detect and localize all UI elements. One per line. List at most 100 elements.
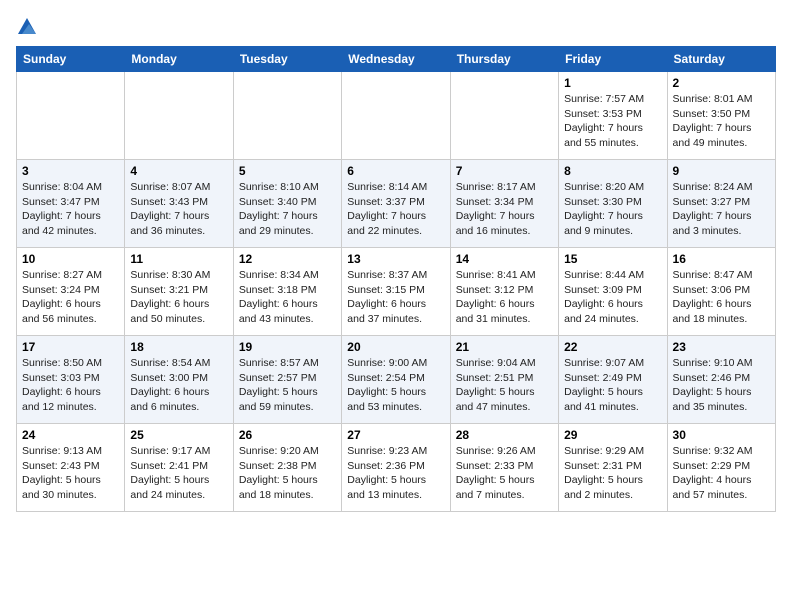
day-info: Sunrise: 7:57 AM Sunset: 3:53 PM Dayligh…	[564, 92, 661, 151]
day-number: 17	[22, 340, 119, 354]
day-number: 14	[456, 252, 553, 266]
week-row-3: 10Sunrise: 8:27 AM Sunset: 3:24 PM Dayli…	[17, 248, 776, 336]
day-number: 30	[673, 428, 770, 442]
week-row-5: 24 Sunrise: 9:13 AM Sunset: 2:43 PM Dayli…	[17, 424, 776, 512]
weekday-header-wednesday: Wednesday	[342, 47, 450, 72]
day-number: 23	[673, 340, 770, 354]
day-info: Sunrise: 8:44 AM Sunset: 3:09 PM Dayligh…	[564, 268, 661, 327]
day-info: Sunrise: 8:30 AM Sunset: 3:21 PM Dayligh…	[130, 268, 227, 327]
day-number: 5	[239, 164, 336, 178]
day-cell: 3 Sunrise: 8:04 AM Sunset: 3:47 PM Daylig…	[17, 160, 125, 248]
day-cell	[233, 72, 341, 160]
day-number: 18	[130, 340, 227, 354]
calendar: SundayMondayTuesdayWednesdayThursdayFrid…	[16, 46, 776, 512]
day-cell: 13 Sunrise: 8:37 AM Sunset: 3:15 PM Dayli…	[342, 248, 450, 336]
day-number: 22	[564, 340, 661, 354]
day-number: 15	[564, 252, 661, 266]
header	[16, 16, 776, 38]
day-info: Sunrise: 9:13 AM Sunset: 2:43 PM Dayligh…	[22, 444, 119, 503]
day-number: 20	[347, 340, 444, 354]
day-info: Sunrise: 9:17 AM Sunset: 2:41 PM Dayligh…	[130, 444, 227, 503]
day-cell: 27 Sunrise: 9:23 AM Sunset: 2:36 PM Dayli…	[342, 424, 450, 512]
day-info: Sunrise: 8:34 AM Sunset: 3:18 PM Dayligh…	[239, 268, 336, 327]
week-row-4: 17 Sunrise: 8:50 AM Sunset: 3:03 PM Dayli…	[17, 336, 776, 424]
logo-icon	[16, 16, 38, 38]
day-cell: 15 Sunrise: 8:44 AM Sunset: 3:09 PM Dayli…	[559, 248, 667, 336]
day-number: 19	[239, 340, 336, 354]
day-info: Sunrise: 8:54 AM Sunset: 3:00 PM Dayligh…	[130, 356, 227, 415]
day-info: Sunrise: 8:50 AM Sunset: 3:03 PM Dayligh…	[22, 356, 119, 415]
weekday-header-monday: Monday	[125, 47, 233, 72]
day-cell: 5 Sunrise: 8:10 AM Sunset: 3:40 PM Daylig…	[233, 160, 341, 248]
weekday-header-sunday: Sunday	[17, 47, 125, 72]
day-info: Sunrise: 9:26 AM Sunset: 2:33 PM Dayligh…	[456, 444, 553, 503]
day-info: Sunrise: 8:24 AM Sunset: 3:27 PM Dayligh…	[673, 180, 770, 239]
day-info: Sunrise: 8:57 AM Sunset: 2:57 PM Dayligh…	[239, 356, 336, 415]
day-cell: 20Sunrise: 9:00 AM Sunset: 2:54 PM Dayli…	[342, 336, 450, 424]
day-number: 4	[130, 164, 227, 178]
day-cell: 12Sunrise: 8:34 AM Sunset: 3:18 PM Dayli…	[233, 248, 341, 336]
day-number: 7	[456, 164, 553, 178]
day-info: Sunrise: 8:01 AM Sunset: 3:50 PM Dayligh…	[673, 92, 770, 151]
day-info: Sunrise: 9:29 AM Sunset: 2:31 PM Dayligh…	[564, 444, 661, 503]
day-cell: 9Sunrise: 8:24 AM Sunset: 3:27 PM Daylig…	[667, 160, 775, 248]
week-row-1: 1 Sunrise: 7:57 AM Sunset: 3:53 PM Daylig…	[17, 72, 776, 160]
day-info: Sunrise: 8:37 AM Sunset: 3:15 PM Dayligh…	[347, 268, 444, 327]
day-info: Sunrise: 9:10 AM Sunset: 2:46 PM Dayligh…	[673, 356, 770, 415]
day-info: Sunrise: 9:07 AM Sunset: 2:49 PM Dayligh…	[564, 356, 661, 415]
day-info: Sunrise: 8:47 AM Sunset: 3:06 PM Dayligh…	[673, 268, 770, 327]
day-cell	[17, 72, 125, 160]
day-info: Sunrise: 8:41 AM Sunset: 3:12 PM Dayligh…	[456, 268, 553, 327]
day-info: Sunrise: 9:23 AM Sunset: 2:36 PM Dayligh…	[347, 444, 444, 503]
day-cell: 2 Sunrise: 8:01 AM Sunset: 3:50 PM Daylig…	[667, 72, 775, 160]
day-number: 11	[130, 252, 227, 266]
day-number: 21	[456, 340, 553, 354]
day-cell: 23 Sunrise: 9:10 AM Sunset: 2:46 PM Dayli…	[667, 336, 775, 424]
day-info: Sunrise: 8:27 AM Sunset: 3:24 PM Dayligh…	[22, 268, 119, 327]
day-cell: 8 Sunrise: 8:20 AM Sunset: 3:30 PM Daylig…	[559, 160, 667, 248]
day-cell	[342, 72, 450, 160]
day-cell: 21Sunrise: 9:04 AM Sunset: 2:51 PM Dayli…	[450, 336, 558, 424]
day-cell	[125, 72, 233, 160]
day-cell: 16Sunrise: 8:47 AM Sunset: 3:06 PM Dayli…	[667, 248, 775, 336]
day-cell: 11 Sunrise: 8:30 AM Sunset: 3:21 PM Dayli…	[125, 248, 233, 336]
day-number: 3	[22, 164, 119, 178]
day-number: 1	[564, 76, 661, 90]
day-cell: 29 Sunrise: 9:29 AM Sunset: 2:31 PM Dayli…	[559, 424, 667, 512]
day-info: Sunrise: 8:04 AM Sunset: 3:47 PM Dayligh…	[22, 180, 119, 239]
weekday-header-tuesday: Tuesday	[233, 47, 341, 72]
weekday-header-thursday: Thursday	[450, 47, 558, 72]
week-row-2: 3 Sunrise: 8:04 AM Sunset: 3:47 PM Daylig…	[17, 160, 776, 248]
day-number: 24	[22, 428, 119, 442]
day-cell: 17 Sunrise: 8:50 AM Sunset: 3:03 PM Dayli…	[17, 336, 125, 424]
day-cell: 4 Sunrise: 8:07 AM Sunset: 3:43 PM Daylig…	[125, 160, 233, 248]
day-number: 29	[564, 428, 661, 442]
day-number: 8	[564, 164, 661, 178]
day-cell: 10Sunrise: 8:27 AM Sunset: 3:24 PM Dayli…	[17, 248, 125, 336]
day-cell: 6Sunrise: 8:14 AM Sunset: 3:37 PM Daylig…	[342, 160, 450, 248]
day-cell: 14 Sunrise: 8:41 AM Sunset: 3:12 PM Dayli…	[450, 248, 558, 336]
day-info: Sunrise: 9:20 AM Sunset: 2:38 PM Dayligh…	[239, 444, 336, 503]
day-number: 28	[456, 428, 553, 442]
logo	[16, 16, 42, 38]
day-info: Sunrise: 8:10 AM Sunset: 3:40 PM Dayligh…	[239, 180, 336, 239]
day-info: Sunrise: 8:07 AM Sunset: 3:43 PM Dayligh…	[130, 180, 227, 239]
day-cell: 18 Sunrise: 8:54 AM Sunset: 3:00 PM Dayli…	[125, 336, 233, 424]
day-cell: 22 Sunrise: 9:07 AM Sunset: 2:49 PM Dayli…	[559, 336, 667, 424]
weekday-header-row: SundayMondayTuesdayWednesdayThursdayFrid…	[17, 47, 776, 72]
day-number: 13	[347, 252, 444, 266]
day-number: 25	[130, 428, 227, 442]
day-info: Sunrise: 8:20 AM Sunset: 3:30 PM Dayligh…	[564, 180, 661, 239]
day-number: 26	[239, 428, 336, 442]
day-number: 27	[347, 428, 444, 442]
day-number: 2	[673, 76, 770, 90]
day-info: Sunrise: 9:32 AM Sunset: 2:29 PM Dayligh…	[673, 444, 770, 503]
day-cell: 1 Sunrise: 7:57 AM Sunset: 3:53 PM Daylig…	[559, 72, 667, 160]
day-cell: 25 Sunrise: 9:17 AM Sunset: 2:41 PM Dayli…	[125, 424, 233, 512]
day-cell: 24 Sunrise: 9:13 AM Sunset: 2:43 PM Dayli…	[17, 424, 125, 512]
weekday-header-saturday: Saturday	[667, 47, 775, 72]
weekday-header-friday: Friday	[559, 47, 667, 72]
day-info: Sunrise: 8:17 AM Sunset: 3:34 PM Dayligh…	[456, 180, 553, 239]
day-info: Sunrise: 8:14 AM Sunset: 3:37 PM Dayligh…	[347, 180, 444, 239]
day-cell: 19 Sunrise: 8:57 AM Sunset: 2:57 PM Dayli…	[233, 336, 341, 424]
